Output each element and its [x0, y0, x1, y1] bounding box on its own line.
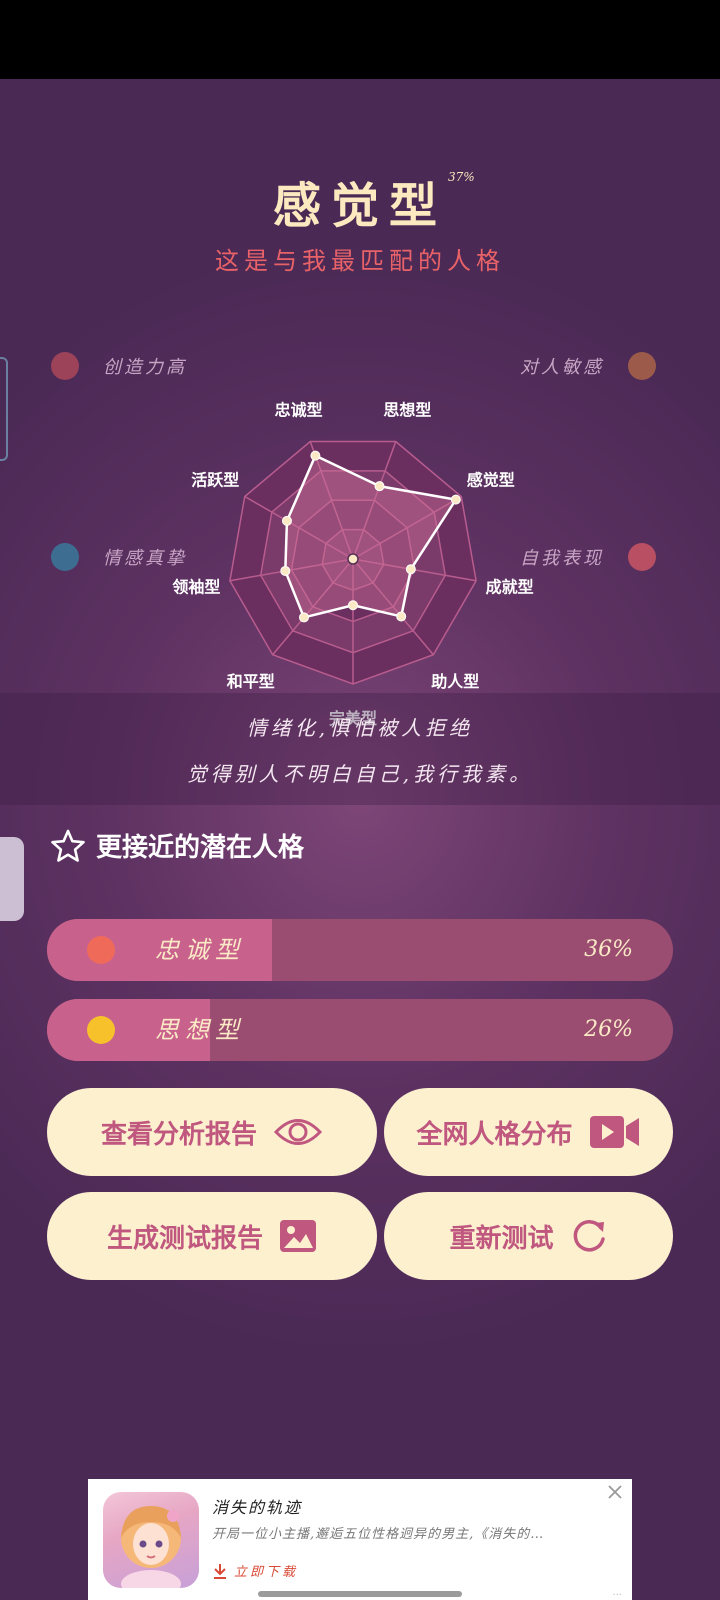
video-icon: [589, 1116, 639, 1148]
ad-marker-icon: ···: [612, 1590, 622, 1600]
ad-banner[interactable]: 消失的轨迹 开局一位小主播,邂逅五位性格迥异的男主,《消失的… 立即下载 ···: [88, 1479, 632, 1600]
radar-axis-label: 思想型: [383, 401, 431, 420]
potential-section-header: 更接近的潜在人格: [50, 827, 304, 864]
radar-data-point: [298, 612, 309, 623]
potential-percent: 26%: [584, 1017, 633, 1042]
side-floating-tab[interactable]: [0, 837, 24, 921]
refresh-icon: [573, 1220, 605, 1252]
radar-data-point: [374, 481, 385, 492]
radar-axis-label: 助人型: [431, 672, 479, 691]
view-analysis-report-label: 查看分析报告: [100, 1118, 257, 1149]
radar-axis-label: 活跃型: [191, 471, 239, 490]
network-distribution-label: 全网人格分布: [416, 1118, 573, 1149]
view-analysis-report-button[interactable]: 查看分析报告: [47, 1088, 377, 1176]
radar-axis-label: 成就型: [486, 578, 534, 597]
radar-data-point: [405, 564, 416, 575]
radar-data-point: [310, 450, 321, 461]
potential-name: 思想型: [155, 1016, 245, 1044]
radar-data-point: [348, 600, 358, 611]
retest-label: 重新测试: [449, 1222, 554, 1253]
personality-description: 情绪化,惧怕被人拒绝 觉得别人不明白自己,我行我素。: [0, 693, 720, 805]
radar-axis-label: 和平型: [227, 672, 275, 691]
result-page: 感觉型 37% 这是与我最匹配的人格 创造力高 对人敏感 情感真挚 自我表现 忠…: [0, 79, 720, 1600]
potential-name: 忠诚型: [155, 936, 245, 964]
retest-button[interactable]: 重新测试: [384, 1192, 673, 1280]
image-icon: [280, 1220, 316, 1252]
radar-axis-label: 感觉型: [467, 471, 515, 490]
potential-bar-loyal[interactable]: 忠诚型 36%: [47, 919, 673, 981]
potential-dot: [87, 936, 115, 964]
ad-title: 消失的轨迹: [212, 1498, 303, 1517]
result-subtitle: 这是与我最匹配的人格: [215, 247, 505, 275]
status-bar: [0, 0, 720, 79]
home-indicator[interactable]: [258, 1591, 462, 1597]
generate-report-button[interactable]: 生成测试报告: [47, 1192, 377, 1280]
result-type-percent: 37%: [448, 170, 475, 184]
ad-description: 开局一位小主播,邂逅五位性格迥异的男主,《消失的…: [212, 1527, 545, 1542]
network-distribution-button[interactable]: 全网人格分布: [384, 1088, 673, 1176]
description-line-1: 情绪化,惧怕被人拒绝: [246, 716, 474, 740]
radar-data-point: [450, 494, 461, 505]
generate-report-label: 生成测试报告: [106, 1222, 263, 1253]
ad-download-link[interactable]: 立即下载: [212, 1561, 298, 1580]
ad-download-label: 立即下载: [234, 1565, 299, 1580]
radar-axis-label: 忠诚型: [275, 401, 323, 420]
star-icon: [51, 829, 85, 862]
potential-dot: [87, 1016, 115, 1044]
eye-icon: [273, 1119, 323, 1145]
potential-bar-thinker[interactable]: 思想型 26%: [47, 999, 673, 1061]
potential-percent: 36%: [584, 937, 633, 962]
close-icon[interactable]: [606, 1483, 624, 1501]
ad-game-thumbnail[interactable]: [103, 1492, 199, 1588]
radar-axis-label: 领袖型: [172, 578, 220, 597]
radar-data-point: [281, 515, 292, 526]
radar-center-point: [347, 553, 359, 565]
description-line-2: 觉得别人不明白自己,我行我素。: [186, 762, 534, 786]
radar-data-point: [280, 565, 291, 576]
download-icon: [214, 1563, 226, 1579]
result-type-title: 感觉型: [272, 178, 447, 234]
anime-girl-image: [121, 1506, 181, 1588]
potential-section-title: 更接近的潜在人格: [96, 832, 305, 862]
radar-data-point: [396, 611, 407, 622]
personality-radar-chart: 忠诚型 思想型感觉型成就型助人型完美型和平型领袖型活跃型: [172, 401, 534, 728]
